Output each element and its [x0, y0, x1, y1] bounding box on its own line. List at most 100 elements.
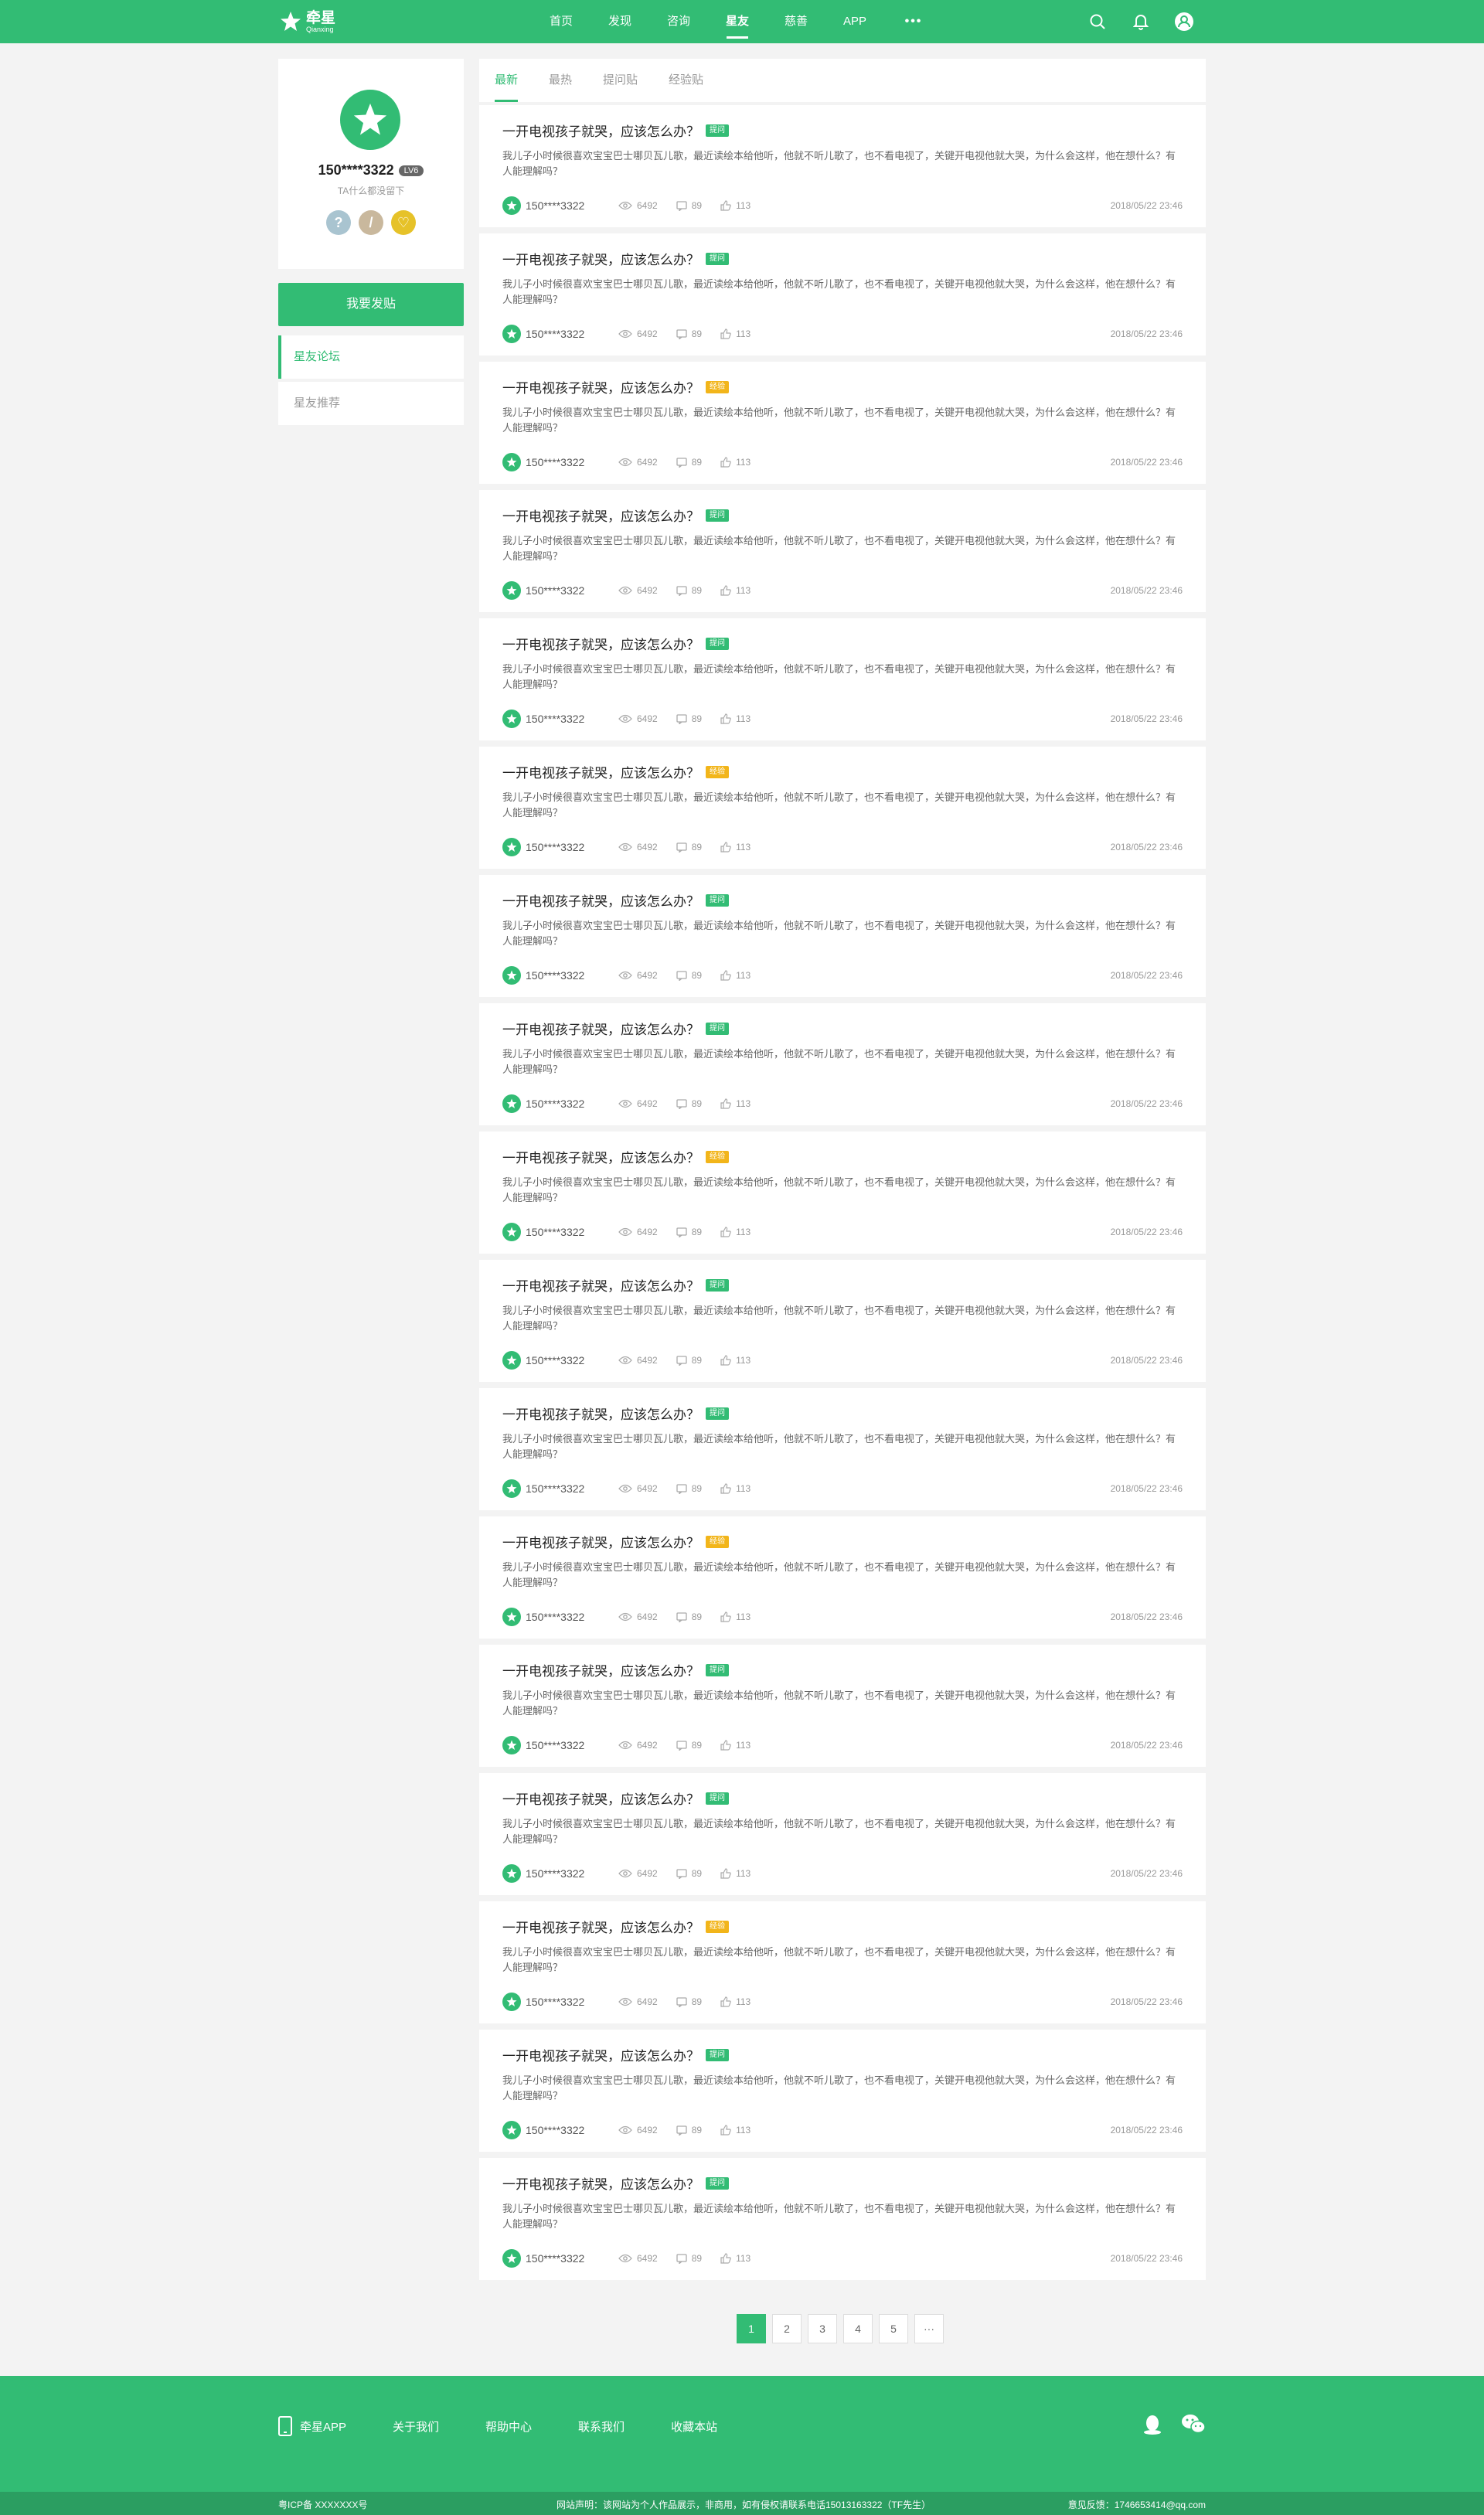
- author-avatar[interactable]: [502, 1864, 521, 1883]
- post-title[interactable]: 一开电视孩子就哭，应该怎么办？: [502, 1532, 699, 1551]
- post-title[interactable]: 一开电视孩子就哭，应该怎么办？: [502, 249, 699, 268]
- post-title[interactable]: 一开电视孩子就哭，应该怎么办？: [502, 1917, 699, 1936]
- sidebar-item-forum[interactable]: 星友论坛: [278, 335, 464, 379]
- author-name[interactable]: 150****3322: [526, 328, 618, 340]
- post-title[interactable]: 一开电视孩子就哭，应该怎么办？: [502, 2045, 699, 2064]
- post-title[interactable]: 一开电视孩子就哭，应该怎么办？: [502, 505, 699, 525]
- comments-stat[interactable]: 89: [676, 1996, 702, 2007]
- post-card[interactable]: 一开电视孩子就哭，应该怎么办？ 经验 我儿子小时候很喜欢宝宝巴士哪贝瓦儿歌，最近读绘…: [479, 747, 1206, 869]
- author-name[interactable]: 150****3322: [526, 713, 618, 725]
- author-avatar[interactable]: [502, 838, 521, 856]
- comments-stat[interactable]: 89: [676, 2253, 702, 2264]
- search-icon[interactable]: [1087, 11, 1108, 32]
- post-title[interactable]: 一开电视孩子就哭，应该怎么办？: [502, 762, 699, 781]
- post-card[interactable]: 一开电视孩子就哭，应该怎么办？ 提问 我儿子小时候很喜欢宝宝巴士哪贝瓦儿歌，最近读绘…: [479, 1003, 1206, 1125]
- comments-stat[interactable]: 89: [676, 1611, 702, 1622]
- author-avatar[interactable]: [502, 2121, 521, 2139]
- footer-link-help[interactable]: 帮助中心: [485, 2418, 532, 2435]
- user-avatar-icon[interactable]: [1173, 11, 1195, 32]
- post-title[interactable]: 一开电视孩子就哭，应该怎么办？: [502, 1788, 699, 1808]
- sidebar-item-recommend[interactable]: 星友推荐: [278, 382, 464, 425]
- avatar[interactable]: [340, 90, 400, 150]
- post-card[interactable]: 一开电视孩子就哭，应该怎么办？ 提问 我儿子小时候很喜欢宝宝巴士哪贝瓦儿歌，最近读绘…: [479, 233, 1206, 356]
- post-title[interactable]: 一开电视孩子就哭，应该怎么办？: [502, 890, 699, 910]
- author-avatar[interactable]: [502, 581, 521, 600]
- comments-stat[interactable]: 89: [676, 713, 702, 724]
- likes-stat[interactable]: 113: [720, 1868, 751, 1879]
- tab-latest[interactable]: 最新: [495, 59, 519, 102]
- nav-more-button[interactable]: •••: [884, 0, 943, 43]
- page-button[interactable]: 1: [737, 2314, 766, 2343]
- author-name[interactable]: 150****3322: [526, 1611, 618, 1623]
- author-avatar[interactable]: [502, 1736, 521, 1754]
- likes-stat[interactable]: 113: [720, 457, 751, 468]
- comments-stat[interactable]: 89: [676, 1227, 702, 1237]
- author-name[interactable]: 150****3322: [526, 456, 618, 468]
- post-card[interactable]: 一开电视孩子就哭，应该怎么办？ 经验 我儿子小时候很喜欢宝宝巴士哪贝瓦儿歌，最近读绘…: [479, 362, 1206, 484]
- comments-stat[interactable]: 89: [676, 2125, 702, 2136]
- likes-stat[interactable]: 113: [720, 2125, 751, 2136]
- footer-link-app[interactable]: 牵星APP: [278, 2416, 346, 2436]
- page-button[interactable]: 2: [772, 2314, 802, 2343]
- nav-item[interactable]: APP: [825, 0, 884, 43]
- author-avatar[interactable]: [502, 325, 521, 343]
- tab-hot[interactable]: 最热: [549, 59, 572, 102]
- nav-item[interactable]: 慈善: [767, 0, 825, 43]
- post-card[interactable]: 一开电视孩子就哭，应该怎么办？ 提问 我儿子小时候很喜欢宝宝巴士哪贝瓦儿歌，最近读绘…: [479, 618, 1206, 740]
- post-title[interactable]: 一开电视孩子就哭，应该怎么办？: [502, 1660, 699, 1680]
- nav-item[interactable]: 星友: [708, 0, 767, 43]
- post-card[interactable]: 一开电视孩子就哭，应该怎么办？ 提问 我儿子小时候很喜欢宝宝巴士哪贝瓦儿歌，最近读绘…: [479, 875, 1206, 997]
- tab-questions[interactable]: 提问贴: [603, 59, 638, 102]
- post-title[interactable]: 一开电视孩子就哭，应该怎么办？: [502, 377, 699, 396]
- qq-icon[interactable]: [1142, 2413, 1162, 2436]
- new-post-button[interactable]: 我要发贴: [278, 283, 464, 326]
- brand-logo[interactable]: 牵星 Qianxing: [278, 6, 348, 37]
- page-button[interactable]: 3: [808, 2314, 837, 2343]
- author-avatar[interactable]: [502, 1351, 521, 1370]
- post-card[interactable]: 一开电视孩子就哭，应该怎么办？ 提问 我儿子小时候很喜欢宝宝巴士哪贝瓦儿歌，最近读绘…: [479, 1645, 1206, 1767]
- comments-stat[interactable]: 89: [676, 842, 702, 853]
- author-name[interactable]: 150****3322: [526, 1098, 618, 1110]
- post-card[interactable]: 一开电视孩子就哭，应该怎么办？ 提问 我儿子小时候很喜欢宝宝巴士哪贝瓦儿歌，最近读绘…: [479, 1260, 1206, 1382]
- comments-stat[interactable]: 89: [676, 457, 702, 468]
- author-name[interactable]: 150****3322: [526, 199, 618, 212]
- footer-link-contact[interactable]: 联系我们: [578, 2418, 625, 2435]
- likes-stat[interactable]: 113: [720, 1996, 751, 2007]
- post-card[interactable]: 一开电视孩子就哭，应该怎么办？ 提问 我儿子小时候很喜欢宝宝巴士哪贝瓦儿歌，最近读绘…: [479, 2158, 1206, 2280]
- likes-stat[interactable]: 113: [720, 1483, 751, 1494]
- comments-stat[interactable]: 89: [676, 585, 702, 596]
- likes-stat[interactable]: 113: [720, 2253, 751, 2264]
- likes-stat[interactable]: 113: [720, 713, 751, 724]
- post-card[interactable]: 一开电视孩子就哭，应该怎么办？ 经验 我儿子小时候很喜欢宝宝巴士哪贝瓦儿歌，最近读绘…: [479, 1516, 1206, 1639]
- nav-item[interactable]: 发现: [591, 0, 649, 43]
- post-title[interactable]: 一开电视孩子就哭，应该怎么办？: [502, 121, 699, 140]
- likes-stat[interactable]: 113: [720, 1611, 751, 1622]
- post-title[interactable]: 一开电视孩子就哭，应该怎么办？: [502, 1275, 699, 1295]
- post-title[interactable]: 一开电视孩子就哭，应该怎么办？: [502, 1404, 699, 1423]
- post-card[interactable]: 一开电视孩子就哭，应该怎么办？ 经验 我儿子小时候很喜欢宝宝巴士哪贝瓦儿歌，最近读绘…: [479, 1132, 1206, 1254]
- post-title[interactable]: 一开电视孩子就哭，应该怎么办？: [502, 1019, 699, 1038]
- likes-stat[interactable]: 113: [720, 970, 751, 981]
- page-ellipsis-button[interactable]: ···: [914, 2314, 944, 2343]
- likes-stat[interactable]: 113: [720, 328, 751, 339]
- author-avatar[interactable]: [502, 966, 521, 985]
- post-card[interactable]: 一开电视孩子就哭，应该怎么办？ 提问 我儿子小时候很喜欢宝宝巴士哪贝瓦儿歌，最近读绘…: [479, 490, 1206, 612]
- page-button[interactable]: 5: [879, 2314, 908, 2343]
- post-card[interactable]: 一开电视孩子就哭，应该怎么办？ 提问 我儿子小时候很喜欢宝宝巴士哪贝瓦儿歌，最近读绘…: [479, 1773, 1206, 1895]
- comments-stat[interactable]: 89: [676, 970, 702, 981]
- wechat-icon[interactable]: [1181, 2413, 1206, 2435]
- likes-stat[interactable]: 113: [720, 1227, 751, 1237]
- comments-stat[interactable]: 89: [676, 200, 702, 211]
- post-card[interactable]: 一开电视孩子就哭，应该怎么办？ 提问 我儿子小时候很喜欢宝宝巴士哪贝瓦儿歌，最近读绘…: [479, 1388, 1206, 1510]
- post-card[interactable]: 一开电视孩子就哭，应该怎么办？ 提问 我儿子小时候很喜欢宝宝巴士哪贝瓦儿歌，最近读绘…: [479, 105, 1206, 227]
- likes-stat[interactable]: 113: [720, 200, 751, 211]
- author-avatar[interactable]: [502, 1223, 521, 1241]
- author-name[interactable]: 150****3322: [526, 841, 618, 853]
- likes-stat[interactable]: 113: [720, 1355, 751, 1366]
- comments-stat[interactable]: 89: [676, 1483, 702, 1494]
- page-button[interactable]: 4: [843, 2314, 873, 2343]
- author-avatar[interactable]: [502, 1094, 521, 1113]
- author-avatar[interactable]: [502, 196, 521, 215]
- feedback-text[interactable]: 意见反馈：1746653414@qq.com: [1068, 2498, 1206, 2511]
- comments-stat[interactable]: 89: [676, 1355, 702, 1366]
